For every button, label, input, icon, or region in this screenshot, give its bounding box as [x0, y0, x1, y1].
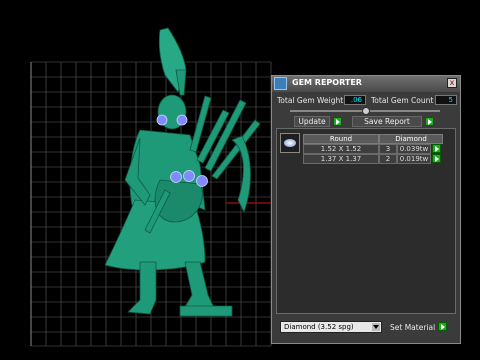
- table-cell-count: 2: [379, 154, 397, 164]
- gem-reporter-panel: GEM REPORTER x Total Gem Weight .06 Tota…: [271, 75, 461, 344]
- bagpiper-model[interactable]: [104, 27, 261, 317]
- slider-handle[interactable]: [362, 107, 370, 115]
- total-gem-count-label: Total Gem Count: [371, 96, 434, 105]
- table-cell-weight: 0.019tw: [397, 154, 431, 164]
- close-button[interactable]: x: [447, 78, 457, 88]
- chevron-down-icon[interactable]: [372, 323, 380, 331]
- title-bar[interactable]: GEM REPORTER x: [272, 76, 460, 92]
- material-select[interactable]: Diamond (3.52 spg): [280, 321, 382, 333]
- gem-reporter-app-icon: [274, 77, 287, 90]
- total-gem-weight-label: Total Gem Weight: [277, 96, 344, 105]
- gem-marker[interactable]: [183, 170, 195, 182]
- save-report-button[interactable]: Save Report: [352, 116, 422, 127]
- table-cell-size: 1.37 X 1.37: [303, 154, 379, 164]
- column-header-round: Round: [303, 134, 379, 144]
- gem-marker[interactable]: [170, 171, 182, 183]
- total-gem-count-value: 5: [435, 95, 457, 105]
- column-header-diamond: Diamond: [379, 134, 443, 144]
- panel-title: GEM REPORTER: [292, 78, 362, 87]
- gem-report-table: Round Diamond 1.52 X 1.52 3 0.039tw 1.37…: [276, 128, 456, 314]
- update-go-icon[interactable]: [333, 117, 342, 126]
- row-go-icon[interactable]: [432, 154, 441, 163]
- table-cell-weight: 0.039tw: [397, 144, 431, 154]
- gem-marker[interactable]: [176, 114, 188, 126]
- gem-marker[interactable]: [196, 175, 208, 187]
- update-button[interactable]: Update: [294, 116, 330, 127]
- boot-right: [179, 305, 233, 317]
- table-cell-size: 1.52 X 1.52: [303, 144, 379, 154]
- table-cell-count: 3: [379, 144, 397, 154]
- save-report-go-icon[interactable]: [425, 117, 434, 126]
- total-gem-weight-value: .06: [344, 95, 366, 105]
- material-select-value: Diamond (3.52 spg): [284, 323, 354, 331]
- set-material-label[interactable]: Set Material: [390, 323, 435, 332]
- row-go-icon[interactable]: [432, 144, 441, 153]
- set-material-go-icon[interactable]: [438, 322, 447, 331]
- gem-round-icon: [280, 133, 300, 153]
- gem-marker[interactable]: [156, 114, 168, 126]
